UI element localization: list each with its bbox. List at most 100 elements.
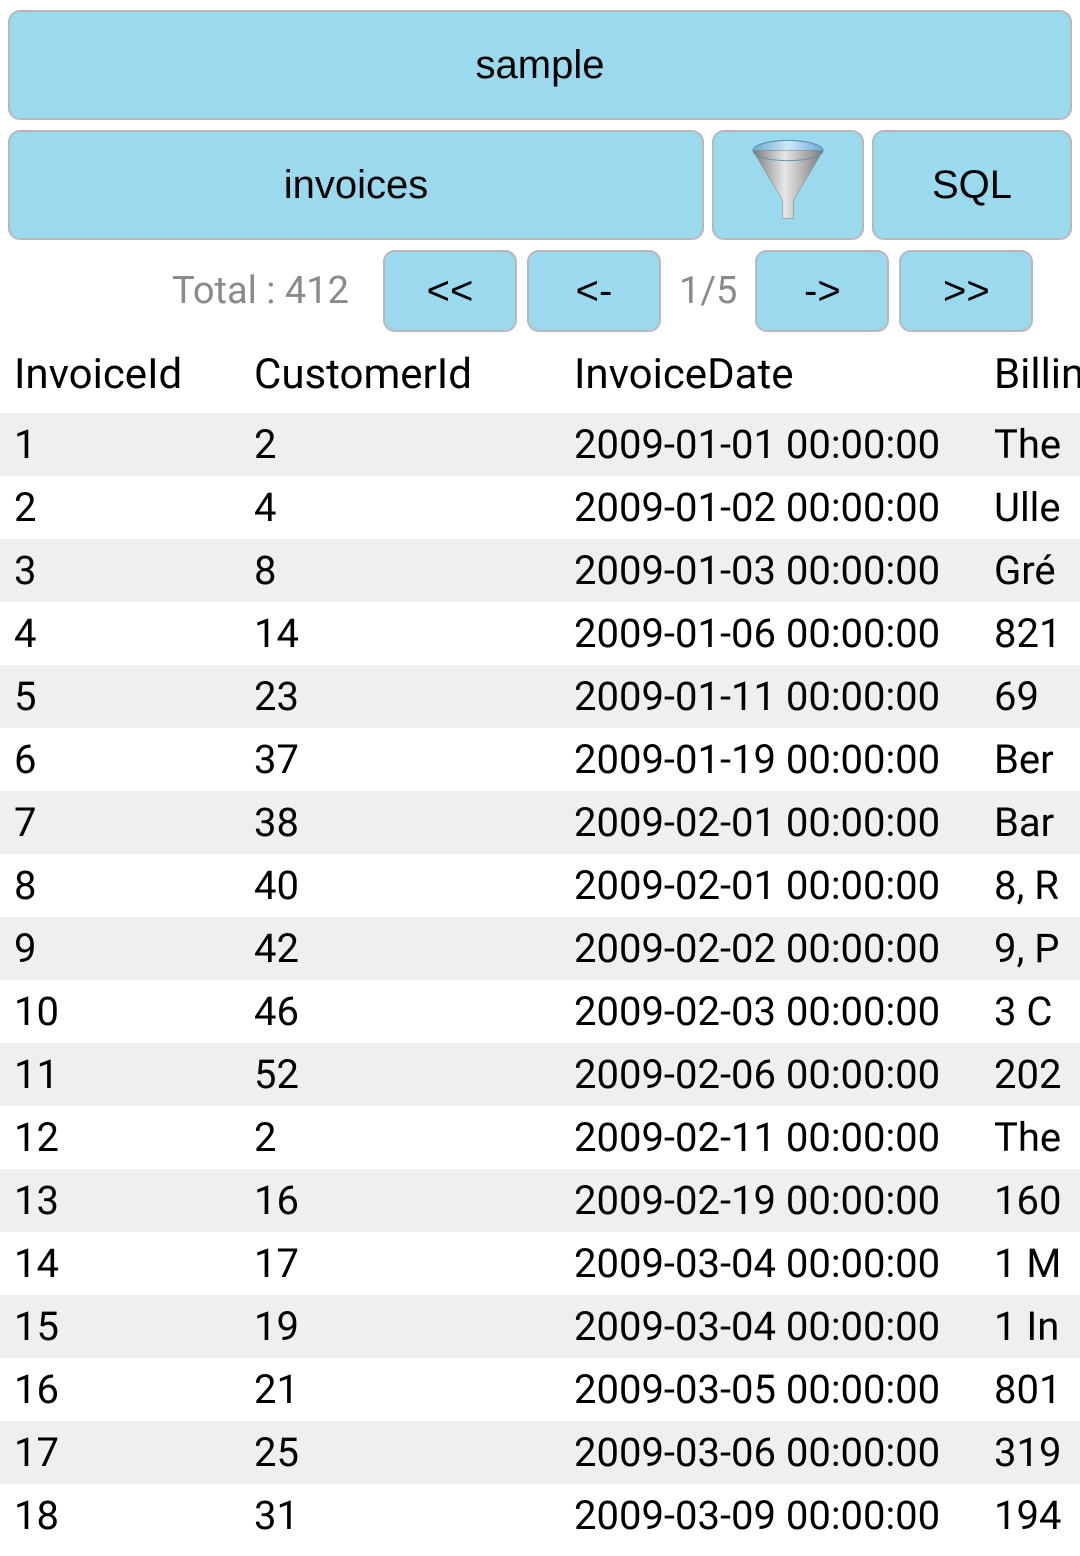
table-cell: 8, R	[980, 854, 1080, 917]
table-row[interactable]: 382009-01-03 00:00:00Gré	[0, 539, 1080, 602]
prev-page-button[interactable]: <-	[527, 250, 661, 332]
table-cell: 4	[240, 476, 560, 539]
table-row[interactable]: 15192009-03-04 00:00:001 In	[0, 1295, 1080, 1358]
table-cell: 31	[240, 1484, 560, 1547]
table-row[interactable]: 9422009-02-02 00:00:009, P	[0, 917, 1080, 980]
table-cell: 12	[0, 1106, 240, 1169]
table-cell: Gré	[980, 539, 1080, 602]
table-row[interactable]: 18312009-03-09 00:00:00194	[0, 1484, 1080, 1547]
table-cell: 9, P	[980, 917, 1080, 980]
table-cell: 2009-03-09 00:00:00	[560, 1484, 980, 1547]
table-cell: Ulle	[980, 476, 1080, 539]
table-cell: 11	[0, 1043, 240, 1106]
table-cell: 14	[0, 1232, 240, 1295]
table-row[interactable]: 122009-01-01 00:00:00The	[0, 413, 1080, 476]
column-header-billing[interactable]: BillingAddress	[980, 336, 1080, 413]
first-page-button[interactable]: <<	[383, 250, 517, 332]
last-page-button[interactable]: >>	[899, 250, 1033, 332]
table-row[interactable]: 1222009-02-11 00:00:00The	[0, 1106, 1080, 1169]
table-cell: 3	[0, 539, 240, 602]
table-cell: The	[980, 413, 1080, 476]
sql-button[interactable]: SQL	[872, 130, 1072, 240]
column-header-customerid[interactable]: CustomerId	[240, 336, 560, 413]
table-cell: 1 In	[980, 1295, 1080, 1358]
table-row[interactable]: 11522009-02-06 00:00:00202	[0, 1043, 1080, 1106]
table-cell: 160	[980, 1169, 1080, 1232]
table-header-row: InvoiceId CustomerId InvoiceDate Billing…	[0, 336, 1080, 413]
table-row[interactable]: 10462009-02-03 00:00:003 C	[0, 980, 1080, 1043]
table-cell: 2009-03-05 00:00:00	[560, 1358, 980, 1421]
table-cell: 4	[0, 602, 240, 665]
table-cell: 1	[0, 413, 240, 476]
table-cell: 2	[0, 476, 240, 539]
table-row[interactable]: 14172009-03-04 00:00:001 M	[0, 1232, 1080, 1295]
table-cell: 38	[240, 791, 560, 854]
table-row[interactable]: 6372009-01-19 00:00:00Ber	[0, 728, 1080, 791]
table-cell: 10	[0, 980, 240, 1043]
table-cell: 2009-03-04 00:00:00	[560, 1232, 980, 1295]
table-cell: 3 C	[980, 980, 1080, 1043]
table-cell: 801	[980, 1358, 1080, 1421]
table-row[interactable]: 8402009-02-01 00:00:008, R	[0, 854, 1080, 917]
table-cell: 2009-02-01 00:00:00	[560, 791, 980, 854]
table-cell: 2009-02-03 00:00:00	[560, 980, 980, 1043]
table-cell: 2009-02-01 00:00:00	[560, 854, 980, 917]
table-cell: 2009-02-06 00:00:00	[560, 1043, 980, 1106]
table-cell: 2009-03-04 00:00:00	[560, 1295, 980, 1358]
table-row[interactable]: 4142009-01-06 00:00:00821	[0, 602, 1080, 665]
table-cell: 17	[240, 1232, 560, 1295]
table-row[interactable]: 17252009-03-06 00:00:00319	[0, 1421, 1080, 1484]
table-cell: 9	[0, 917, 240, 980]
table-cell: 202	[980, 1043, 1080, 1106]
table-cell: Bar	[980, 791, 1080, 854]
table-cell: 18	[0, 1484, 240, 1547]
filter-button[interactable]	[712, 130, 864, 240]
table-cell: 6	[0, 728, 240, 791]
column-header-invoiceid[interactable]: InvoiceId	[0, 336, 240, 413]
table-cell: 2	[240, 1106, 560, 1169]
table-cell: 2009-02-02 00:00:00	[560, 917, 980, 980]
table-cell: 46	[240, 980, 560, 1043]
table-cell: 2009-02-11 00:00:00	[560, 1106, 980, 1169]
table-cell: 19	[240, 1295, 560, 1358]
filter-funnel-icon	[742, 134, 834, 236]
table-row[interactable]: 242009-01-02 00:00:00Ulle	[0, 476, 1080, 539]
data-table: InvoiceId CustomerId InvoiceDate Billing…	[0, 336, 1080, 1547]
table-cell: 2009-01-11 00:00:00	[560, 665, 980, 728]
table-cell: 16	[240, 1169, 560, 1232]
table-cell: 2	[240, 413, 560, 476]
table-row[interactable]: 5232009-01-11 00:00:0069	[0, 665, 1080, 728]
table-cell: 14	[240, 602, 560, 665]
table-cell: 2009-01-02 00:00:00	[560, 476, 980, 539]
table-cell: 2009-01-03 00:00:00	[560, 539, 980, 602]
database-button[interactable]: sample	[8, 10, 1072, 120]
table-cell: 1 M	[980, 1232, 1080, 1295]
table-row[interactable]: 16212009-03-05 00:00:00801	[0, 1358, 1080, 1421]
table-cell: 69	[980, 665, 1080, 728]
table-cell: 8	[0, 854, 240, 917]
table-cell: 319	[980, 1421, 1080, 1484]
table-row[interactable]: 7382009-02-01 00:00:00Bar	[0, 791, 1080, 854]
table-row[interactable]: 13162009-02-19 00:00:00160	[0, 1169, 1080, 1232]
table-cell: 23	[240, 665, 560, 728]
table-cell: 21	[240, 1358, 560, 1421]
page-indicator-label: 1/5	[679, 269, 737, 313]
table-cell: 40	[240, 854, 560, 917]
table-cell: 5	[0, 665, 240, 728]
next-page-button[interactable]: ->	[755, 250, 889, 332]
table-cell: 16	[0, 1358, 240, 1421]
table-cell: 2009-01-19 00:00:00	[560, 728, 980, 791]
table-cell: 17	[0, 1421, 240, 1484]
table-cell: 8	[240, 539, 560, 602]
column-header-invoicedate[interactable]: InvoiceDate	[560, 336, 980, 413]
table-cell: 2009-02-19 00:00:00	[560, 1169, 980, 1232]
data-table-wrapper: InvoiceId CustomerId InvoiceDate Billing…	[0, 336, 1080, 1547]
table-cell: 821	[980, 602, 1080, 665]
table-cell: 52	[240, 1043, 560, 1106]
table-cell: 2009-01-06 00:00:00	[560, 602, 980, 665]
table-cell: 2009-03-06 00:00:00	[560, 1421, 980, 1484]
table-cell: 2009-01-01 00:00:00	[560, 413, 980, 476]
table-cell: 7	[0, 791, 240, 854]
table-button[interactable]: invoices	[8, 130, 704, 240]
table-cell: The	[980, 1106, 1080, 1169]
